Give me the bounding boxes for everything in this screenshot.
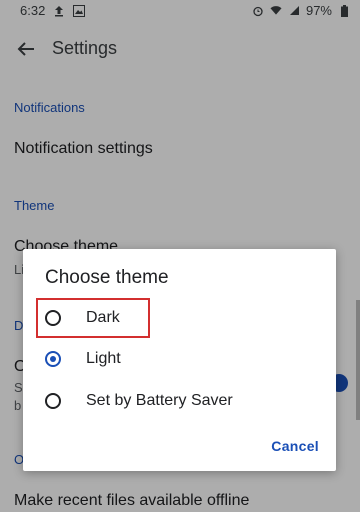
theme-option-light[interactable]: Light <box>45 341 325 377</box>
radio-battery-saver[interactable] <box>45 393 61 409</box>
radio-dark[interactable] <box>45 310 61 326</box>
option-label-dark: Dark <box>86 309 120 326</box>
option-label-light: Light <box>86 350 121 367</box>
choose-theme-dialog: Choose theme Dark Light Set by Battery S… <box>23 249 336 471</box>
dialog-title: Choose theme <box>45 267 169 288</box>
theme-option-battery-saver[interactable]: Set by Battery Saver <box>45 383 325 419</box>
cancel-button[interactable]: Cancel <box>271 438 319 454</box>
theme-option-dark[interactable]: Dark <box>45 300 325 336</box>
option-label-battery-saver: Set by Battery Saver <box>86 392 233 409</box>
radio-light[interactable] <box>45 351 61 367</box>
